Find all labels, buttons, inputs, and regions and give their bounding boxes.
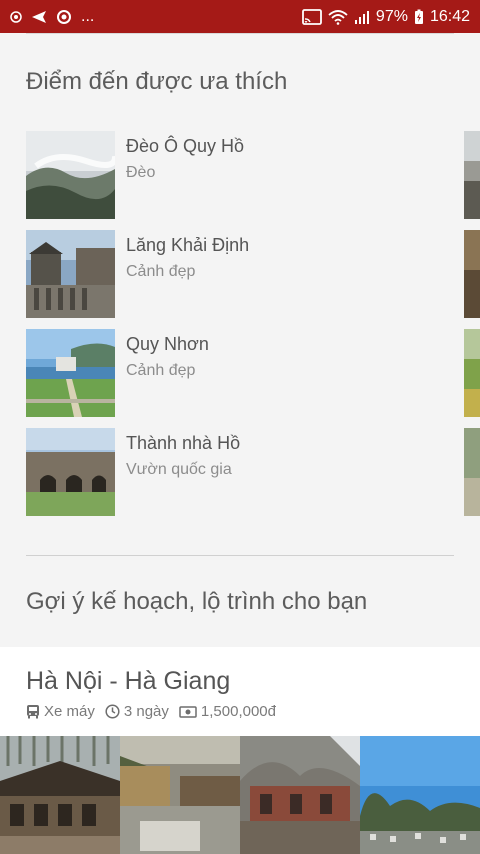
next-column-photo[interactable] <box>464 230 480 318</box>
bus-icon <box>26 704 40 719</box>
plan-transport-label: Xe máy <box>44 703 95 720</box>
plan-card[interactable]: Hà Nội - Hà Giang Xe máy 3 ngày 1,500,00… <box>0 647 480 854</box>
destination-type: Vườn quốc gia <box>126 461 232 478</box>
plan-photo <box>120 736 240 854</box>
destination-type: Đèo <box>126 164 156 181</box>
destination-photo <box>26 131 115 219</box>
money-icon <box>179 705 197 719</box>
destination-photo <box>26 329 115 417</box>
plan-cost: 1,500,000đ <box>179 703 276 720</box>
plan-photo <box>360 736 480 854</box>
clock: 16:42 <box>429 7 470 25</box>
plan-cost-label: 1,500,000đ <box>200 703 276 720</box>
destination-name: Đèo Ô Quy Hồ <box>126 136 245 156</box>
destination-photo <box>26 428 115 516</box>
plan-meta: Xe máy 3 ngày 1,500,000đ <box>26 703 286 720</box>
next-column-photo[interactable] <box>464 428 480 516</box>
section-divider <box>26 555 454 556</box>
plan-photo-strip[interactable] <box>0 736 480 854</box>
wifi-icon <box>328 9 348 25</box>
destination-type: Cảnh đẹp <box>126 263 196 280</box>
top-divider <box>26 33 454 34</box>
cast-icon <box>302 8 322 25</box>
destination-photo <box>26 230 115 318</box>
plan-transport: Xe máy <box>26 703 95 720</box>
list-item-quy-nhon[interactable]: Quy Nhơn Cảnh đẹp <box>26 329 456 417</box>
next-column-photo[interactable] <box>464 131 480 219</box>
list-item-thanh-nha-ho[interactable]: Thành nhà Hồ Vườn quốc gia <box>26 428 456 516</box>
favorites-title: Điểm đến được ưa thích <box>26 68 288 95</box>
next-column-photo[interactable] <box>464 329 480 417</box>
record-icon <box>10 10 22 23</box>
status-bar: ... 97% 16:42 <box>0 0 480 33</box>
clock-icon <box>105 704 120 719</box>
plans-title: Gợi ý kế hoạch, lộ trình cho bạn <box>26 588 368 615</box>
signal-icon <box>354 10 370 24</box>
battery-percent: 97% <box>375 7 408 25</box>
more-notifications: ... <box>81 7 95 25</box>
plan-photo <box>0 736 120 854</box>
plan-duration-label: 3 ngày <box>123 703 169 720</box>
destination-name: Quy Nhơn <box>126 334 209 354</box>
destination-name: Thành nhà Hồ <box>126 433 241 453</box>
plan-title: Hà Nội - Hà Giang <box>26 667 231 695</box>
send-icon <box>31 10 47 24</box>
sync-icon <box>56 9 72 25</box>
list-item-lang-khai-dinh[interactable]: Lăng Khải Định Cảnh đẹp <box>26 230 456 318</box>
battery-charging-icon <box>414 9 424 25</box>
destination-type: Cảnh đẹp <box>126 362 196 379</box>
plan-photo <box>240 736 360 854</box>
destination-name: Lăng Khải Định <box>126 235 250 255</box>
list-item-deo-o-quy-ho[interactable]: Đèo Ô Quy Hồ Đèo <box>26 131 456 219</box>
plan-duration: 3 ngày <box>105 703 169 720</box>
